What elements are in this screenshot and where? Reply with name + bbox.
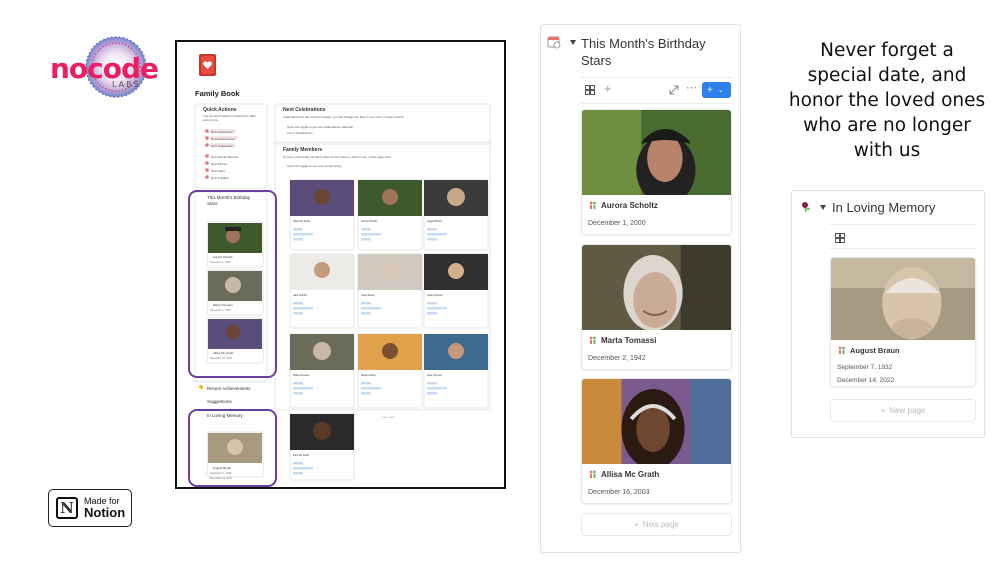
card-name: Aurora Scholtz [601,201,658,210]
shot-member-name: Marta Tomassi [293,374,310,377]
highlight-memory-ring [188,409,277,487]
shot-member-name: Paul Mc Grath [293,454,309,457]
birthday-card[interactable]: Allisa Mc Grath December 16, 2003 [581,378,732,504]
shot-next-celebrations-desc: Celebrations for the next four weeks; yo… [283,115,404,119]
nocode-labs-logo: nocode LABS [50,36,159,98]
photo-aurora [582,110,731,205]
shot-qa-item[interactable]: New Celebration [211,129,239,136]
gallery-view-icon[interactable] [585,85,595,95]
shot-qa-item[interactable]: New Picture [211,161,239,168]
birthday-panel-title: This Month's Birthday Stars [581,36,706,68]
birthday-card[interactable]: Marta Tomassi December 2, 1942 [581,244,732,370]
plus-icon: + [880,406,886,415]
chevron-down-icon: ⌄ [717,87,724,94]
card-name: August Braun [850,346,900,355]
family-icon [589,336,596,344]
expand-icon[interactable] [669,85,679,95]
new-page-label: New page [642,520,679,529]
plus-icon: + [634,520,639,529]
shot-member-name: Aurora Scholtz [361,220,378,223]
family-icon [589,470,596,478]
card-date-death: December 14, 2022 [837,377,895,384]
new-page-button[interactable]: + New page [581,513,732,536]
plus-icon: + [707,84,713,96]
memory-panel-title: In Loving Memory [832,200,936,215]
photo-august [831,258,975,340]
photo-allisa [582,379,731,469]
badge-line2: Notion [84,505,126,520]
toolbar-divider [830,248,976,249]
family-icon [838,346,845,354]
shot-qa-item[interactable]: New Place [211,168,239,175]
shot-qa-item[interactable]: New Tradition [211,175,239,182]
shot-quick-actions-desc: The shortcuts below correspond to data e… [203,114,256,122]
new-page-button[interactable]: + New page [830,399,976,422]
logo-sub-text: LABS [112,80,141,89]
photo-marta [582,245,731,331]
shot-recent-achievements[interactable]: Recent Achievements [207,386,251,391]
shot-nc-toggle[interactable]: Open the toggle to see the Celebrations … [287,125,353,129]
highlight-birthday-ring [188,190,277,378]
memory-card[interactable]: August Braun September 7, 1932 December … [830,257,976,387]
card-date: December 2, 1942 [588,355,646,362]
shot-member-name: August Braun [427,220,443,223]
family-icon [589,201,596,209]
shot-member-name: Mason Braun [361,374,376,377]
title-divider [581,77,733,78]
logo-main-text: nocode [50,52,159,85]
shot-qa-item[interactable]: New Achievement [211,136,239,143]
shot-family-members-desc: To enter your family members click on th… [283,155,391,159]
shot-member-name: Peter Scholtz [427,374,442,377]
toolbar-divider [581,103,733,104]
shot-qa-item[interactable]: New Suggestion [211,143,239,150]
birthday-stars-panel: This Month's Birthday Stars + ⋯ + ⌄ Auror… [540,24,741,553]
card-name: Marta Tomassi [601,336,657,345]
shot-member-name: Jason Scholtz [427,294,443,297]
card-date-birth: September 7, 1932 [837,364,893,371]
shot-nc-list[interactable]: List of Celebrations [287,131,313,135]
shot-qa-list: New Celebration New Achievement New Sugg… [211,129,239,182]
calendar-icon [547,36,561,49]
gallery-view-icon[interactable] [835,233,845,243]
new-entry-button[interactable]: + ⌄ [702,82,731,98]
shot-fm-toggle[interactable]: Open the toggle to see your lovely famil… [287,164,341,168]
add-view-icon[interactable]: + [604,81,612,96]
tagline: Never forget a special date, and honor t… [788,40,986,161]
in-loving-memory-panel: In Loving Memory August Braun September … [791,190,985,438]
shot-page-title: Family Book [195,89,240,98]
card-date: December 16, 2003 [588,489,650,496]
family-book-screenshot: Family Book Quick Actions The shortcuts … [175,40,506,489]
shot-family-members: Family Members [283,147,323,153]
toggle-caret-icon[interactable] [819,204,827,212]
shot-suggestions[interactable]: Suggestions [207,399,232,404]
notion-icon: N [56,497,78,519]
made-for-notion-badge: N Made for Notion [48,489,132,527]
card-date: December 1, 2000 [588,220,646,227]
card-name: Allisa Mc Grath [601,470,660,479]
title-divider [830,224,976,225]
birthday-card[interactable]: Aurora Scholtz December 1, 2000 [581,109,732,235]
shot-member-name: Laura Braun [361,294,375,297]
shot-member-name: Jake Scholtz [293,294,308,297]
more-options-icon[interactable]: ⋯ [686,81,697,94]
new-page-label: New page [889,406,926,415]
shot-quick-actions: Quick Actions [203,107,237,113]
shot-new-page[interactable]: New page [383,416,394,419]
toggle-caret-icon[interactable] [569,39,577,47]
rose-icon [802,202,810,213]
shot-next-celebrations: Next Celebrations [283,107,326,113]
shot-qa-item[interactable]: New Family Member [211,154,239,161]
shot-member-name: Allisa Mc Grath [293,220,310,223]
